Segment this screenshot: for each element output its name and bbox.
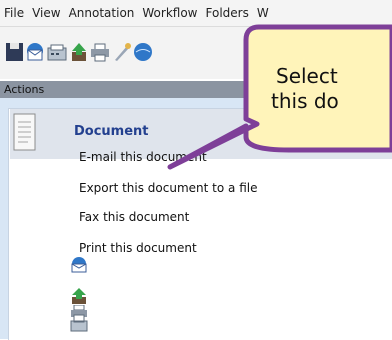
item-email-icon[interactable] <box>71 257 87 273</box>
callout-line-1: Select <box>276 64 338 88</box>
print-icon[interactable] <box>91 43 109 62</box>
document-icon <box>13 113 36 151</box>
fax-document-item[interactable]: Fax this document <box>79 210 189 224</box>
email-document-item[interactable]: E-mail this document <box>79 150 207 164</box>
item-export-icon[interactable] <box>72 288 86 304</box>
menu-folders[interactable]: Folders <box>202 6 253 20</box>
export-icon[interactable] <box>72 43 86 61</box>
callout-line-2: this do <box>271 89 339 113</box>
menu-window[interactable]: W <box>253 6 273 20</box>
document-panel-icons <box>13 113 88 332</box>
document-panel <box>8 108 392 340</box>
menu-file[interactable]: File <box>0 6 28 20</box>
print-document-item[interactable]: Print this document <box>79 241 197 255</box>
email-icon[interactable] <box>27 43 43 61</box>
menu-bar: File View Annotation Workflow Folders W <box>0 0 392 27</box>
fax-icon[interactable] <box>47 44 67 61</box>
document-title[interactable]: Document <box>74 124 149 139</box>
save-icon[interactable] <box>6 43 23 61</box>
print-row-icon[interactable] <box>70 304 88 323</box>
menu-workflow[interactable]: Workflow <box>138 6 201 20</box>
item-print-icon[interactable] <box>70 304 88 323</box>
export-document-item[interactable]: Export this document to a file <box>79 181 257 195</box>
rocket-icon[interactable] <box>115 43 131 61</box>
menu-annotation[interactable]: Annotation <box>65 6 139 20</box>
globe-icon[interactable] <box>134 43 152 61</box>
menu-view[interactable]: View <box>28 6 64 20</box>
